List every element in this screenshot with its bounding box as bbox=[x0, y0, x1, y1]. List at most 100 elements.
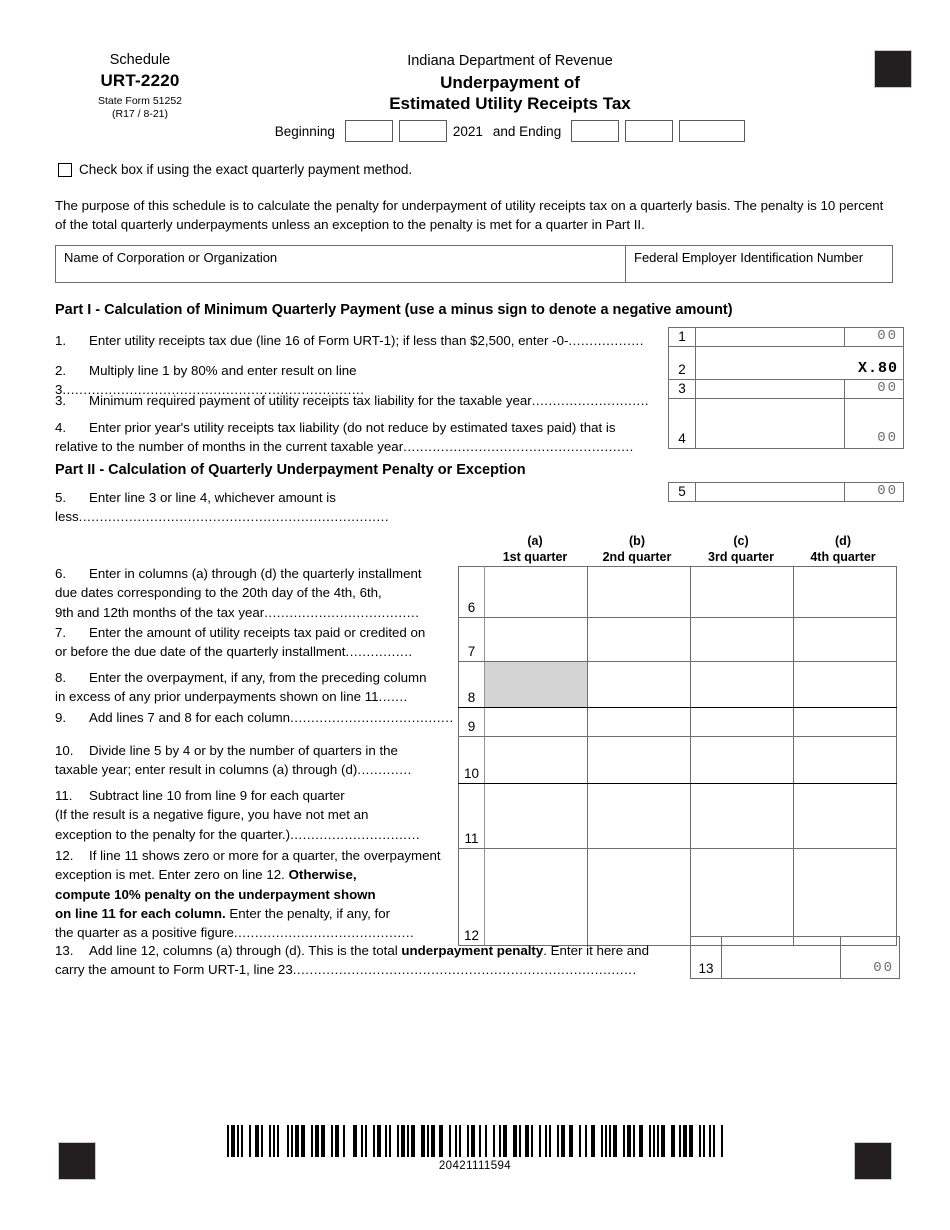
line-13-cents: 00 bbox=[840, 936, 900, 979]
line-13-amount-input[interactable] bbox=[721, 936, 841, 979]
barcode-number: 20421111594 bbox=[438, 1160, 512, 1172]
line-11-leader: ............................... bbox=[290, 826, 421, 842]
line-5-amount-input[interactable] bbox=[695, 482, 845, 502]
form-identification-block: Schedule URT-2220 State Form 51252 (R17 … bbox=[55, 52, 225, 120]
grid-line-7-col-d[interactable] bbox=[793, 617, 897, 662]
line-11-number: 11. bbox=[55, 788, 73, 803]
grid-line-7-col-c[interactable] bbox=[690, 617, 794, 662]
grid-line-12-col-a[interactable] bbox=[484, 848, 588, 946]
line-10-text-line-1: Divide line 5 by 4 or by the number of q… bbox=[89, 743, 398, 758]
page-title-line-2: Estimated Utility Receipts Tax bbox=[389, 93, 631, 113]
ending-month-field[interactable] bbox=[571, 120, 620, 142]
form-page: Schedule URT-2220 State Form 51252 (R17 … bbox=[0, 0, 950, 1230]
line-12-text-part-1: If line 11 shows zero or more for a quar… bbox=[89, 848, 441, 863]
line-5-amount-row: 5 00 bbox=[668, 482, 904, 502]
fein-label: Federal Employer Identification Number bbox=[634, 250, 864, 265]
table-row: 8 bbox=[458, 661, 897, 708]
line-10-text-line-2: taxable year; enter result in columns (a… bbox=[55, 762, 358, 778]
grid-line-10-col-a[interactable] bbox=[484, 736, 588, 784]
column-header-b: (b) 2nd quarter bbox=[585, 534, 689, 565]
column-header-a-letter: (a) bbox=[527, 534, 543, 548]
beginning-month-field[interactable] bbox=[344, 120, 393, 142]
line-4-row: 4. Enter prior year's utility receipts t… bbox=[55, 418, 670, 457]
line-4-cents: 00 bbox=[844, 398, 904, 449]
line-4-amount-input[interactable] bbox=[695, 398, 845, 449]
column-header-a: (a) 1st quarter bbox=[483, 534, 587, 565]
line-3-amount-row: 3 00 bbox=[668, 379, 904, 399]
line-13-row: 13. Add line 12, columns (a) through (d)… bbox=[55, 941, 685, 980]
column-header-d: (d) 4th quarter bbox=[791, 534, 895, 565]
grid-line-11-col-d[interactable] bbox=[793, 783, 897, 849]
grid-line-10-col-b[interactable] bbox=[587, 736, 691, 784]
grid-line-7-col-b[interactable] bbox=[587, 617, 691, 662]
table-row: 13 00 bbox=[690, 936, 900, 979]
line-7-text-line-2: or before the due date of the quarterly … bbox=[55, 644, 346, 660]
grid-line-6-col-d[interactable] bbox=[793, 566, 897, 618]
grid-line-11-col-c[interactable] bbox=[690, 783, 794, 849]
line-10-row: 10. Divide line 5 by 4 or by the number … bbox=[55, 741, 455, 780]
line-9-leader: ....................................... bbox=[290, 710, 454, 725]
grid-line-6-col-b[interactable] bbox=[587, 566, 691, 618]
line-4-number: 4. bbox=[55, 420, 67, 435]
grid-line-9-col-c[interactable] bbox=[690, 707, 794, 737]
registration-mark-top-right bbox=[874, 50, 912, 88]
grid-line-8-col-b[interactable] bbox=[587, 661, 691, 708]
table-row: 6 bbox=[458, 566, 897, 618]
line-3-leader: ............................ bbox=[531, 393, 650, 408]
corporation-name-field[interactable]: Name of Corporation or Organization bbox=[56, 246, 626, 282]
grid-line-7-col-a[interactable] bbox=[484, 617, 588, 662]
grid-line-6-col-a[interactable] bbox=[484, 566, 588, 618]
line-8-row: 8. Enter the overpayment, if any, from t… bbox=[55, 668, 455, 707]
grid-line-11-col-b[interactable] bbox=[587, 783, 691, 849]
grid-line-10-col-d[interactable] bbox=[793, 736, 897, 784]
beginning-day-field[interactable] bbox=[398, 120, 447, 142]
column-header-c-label: 3rd quarter bbox=[708, 549, 774, 564]
exact-method-checkbox[interactable] bbox=[58, 162, 72, 177]
grid-line-10-number: 10 bbox=[458, 736, 485, 784]
part-1-heading: Part I - Calculation of Minimum Quarterl… bbox=[55, 302, 733, 318]
line-4-text-line-1: Enter prior year's utility receipts tax … bbox=[89, 420, 616, 435]
grid-line-12-col-c[interactable] bbox=[690, 848, 794, 946]
ending-day-field[interactable] bbox=[625, 120, 674, 142]
line-4-amount-row: 4 00 bbox=[668, 398, 904, 449]
line-7-number: 7. bbox=[55, 625, 67, 640]
line-3-text: Minimum required payment of utility rece… bbox=[89, 393, 532, 408]
line-13-number: 13. bbox=[55, 943, 74, 958]
form-title-block: Indiana Department of Revenue Underpayme… bbox=[230, 52, 790, 115]
grid-line-8-col-c[interactable] bbox=[690, 661, 794, 708]
line-9-text: Add lines 7 and 8 for each column bbox=[89, 710, 291, 725]
part-2-heading: Part II - Calculation of Quarterly Under… bbox=[55, 462, 526, 478]
grid-line-6-col-c[interactable] bbox=[690, 566, 794, 618]
column-header-c: (c) 3rd quarter bbox=[689, 534, 793, 565]
ending-year-field[interactable] bbox=[679, 120, 746, 142]
line-8-text-line-1: Enter the overpayment, if any, from the … bbox=[89, 670, 427, 685]
line-10-leader: ............. bbox=[357, 762, 412, 778]
agency-name: Indiana Department of Revenue bbox=[407, 53, 613, 69]
grid-line-9-col-a[interactable] bbox=[484, 707, 588, 737]
grid-line-9-col-d[interactable] bbox=[793, 707, 897, 737]
grid-line-8-col-d[interactable] bbox=[793, 661, 897, 708]
line-6-number: 6. bbox=[55, 566, 67, 581]
taxpayer-info-box: Name of Corporation or Organization Fede… bbox=[55, 245, 893, 283]
column-header-c-letter: (c) bbox=[733, 534, 749, 548]
grid-line-10-col-c[interactable] bbox=[690, 736, 794, 784]
line-5-leader: ........................................… bbox=[78, 509, 390, 525]
line-3-amount-input[interactable] bbox=[695, 379, 845, 399]
line-13-amount-table: 13 00 bbox=[690, 936, 900, 979]
tax-year: 2021 bbox=[452, 123, 483, 139]
grid-line-11-col-a[interactable] bbox=[484, 783, 588, 849]
part-1-amount-table: 1 00 2 X.80 3 00 4 00 bbox=[668, 327, 904, 449]
grid-line-12-col-d[interactable] bbox=[793, 848, 897, 946]
line-4-leader: ........................................… bbox=[403, 439, 634, 455]
line-6-leader: ..................................... bbox=[264, 604, 420, 620]
grid-line-12-col-b[interactable] bbox=[587, 848, 691, 946]
column-header-d-label: 4th quarter bbox=[810, 549, 876, 564]
fein-field[interactable]: Federal Employer Identification Number bbox=[626, 246, 892, 282]
line-6-text-line-1: Enter in columns (a) through (d) the qua… bbox=[89, 566, 422, 581]
grid-line-12-number: 12 bbox=[458, 848, 485, 946]
grid-line-9-col-b[interactable] bbox=[587, 707, 691, 737]
line-1-amount-input[interactable] bbox=[695, 327, 845, 347]
line-11-text-line-2: (If the result is a negative figure, you… bbox=[55, 807, 369, 823]
line-3-row: 3. Minimum required payment of utility r… bbox=[55, 391, 665, 410]
line-4-text-line-2: relative to the number of months in the … bbox=[55, 439, 404, 455]
